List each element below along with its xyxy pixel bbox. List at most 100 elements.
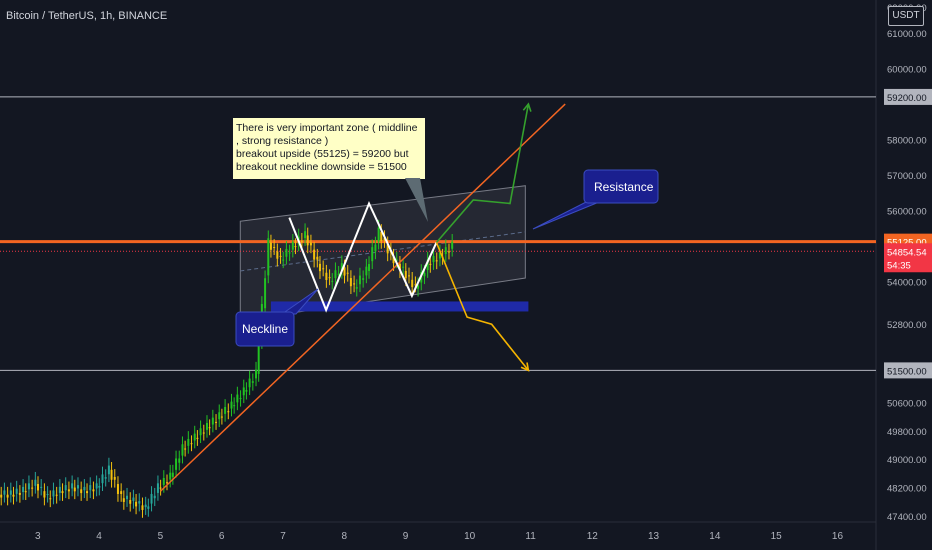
candle-body <box>318 263 321 272</box>
candle-body <box>147 506 150 509</box>
neckline-bar <box>270 301 529 312</box>
candle-body <box>273 246 276 248</box>
candle-body <box>304 231 307 239</box>
candle-body <box>230 401 233 409</box>
candle-body <box>325 272 328 281</box>
candle-body <box>288 252 291 254</box>
candle-body <box>202 432 205 434</box>
price-label: 59200.00 <box>887 93 927 104</box>
candle-body <box>9 490 12 495</box>
candle-body <box>328 277 331 279</box>
candle-body <box>224 406 227 414</box>
x-tick-label: 14 <box>709 531 721 542</box>
bar-countdown: 54:35 <box>887 260 911 271</box>
candle-body <box>193 433 196 441</box>
x-tick-label: 3 <box>35 531 41 542</box>
currency-button[interactable]: USDT <box>888 6 924 26</box>
candle-body <box>187 438 190 446</box>
candle-body <box>402 266 405 268</box>
candle-body <box>64 485 67 491</box>
note-line: , strong resistance ) <box>236 135 328 147</box>
x-tick-label: 12 <box>587 531 599 542</box>
candle-body <box>83 486 86 491</box>
candle-body <box>255 369 258 379</box>
candle-body <box>22 486 25 493</box>
y-tick-label: 61000.00 <box>887 29 927 40</box>
candle-body <box>365 266 368 276</box>
symbol-title: Bitcoin / TetherUS, 1h, BINANCE <box>6 10 168 22</box>
candle-body <box>95 483 98 489</box>
candle-body <box>162 477 165 485</box>
candle-body <box>316 256 319 260</box>
candle-body <box>86 491 89 494</box>
candle-body <box>362 278 365 280</box>
x-tick-label: 9 <box>403 531 409 542</box>
note-line: breakout neckline downside = 51500 <box>236 161 407 173</box>
candle-body <box>300 240 303 242</box>
candle-body <box>313 249 316 260</box>
y-tick-label: 54000.00 <box>887 278 927 289</box>
x-tick-label: 6 <box>219 531 225 542</box>
x-tick-label: 15 <box>771 531 783 542</box>
y-tick-label: 56000.00 <box>887 207 927 218</box>
candle-body <box>251 381 254 383</box>
candle-body <box>199 428 202 436</box>
candle-body <box>6 494 9 498</box>
candle-body <box>429 263 432 265</box>
candle-body <box>355 287 358 289</box>
candle-body <box>153 495 156 499</box>
candle-body <box>404 270 407 279</box>
candle-body <box>52 490 55 497</box>
note-line: There is very important zone ( middline <box>236 122 418 134</box>
candle-body <box>444 247 447 255</box>
price-label: 54854.54 <box>887 247 927 258</box>
candle-body <box>264 278 267 309</box>
candle-body <box>279 255 282 257</box>
candle-body <box>245 390 248 392</box>
candle-body <box>49 498 52 500</box>
candle-body <box>116 484 119 494</box>
y-tick-label: 47400.00 <box>887 512 927 523</box>
candle-body <box>306 235 309 246</box>
candle-body <box>171 472 174 477</box>
y-tick-label: 48200.00 <box>887 484 927 495</box>
candle-body <box>34 479 37 486</box>
candle-body <box>73 487 76 492</box>
candle-body <box>58 486 61 493</box>
candle-body <box>141 505 144 510</box>
candle-body <box>294 246 297 248</box>
candle-body <box>156 483 159 493</box>
x-tick-label: 4 <box>96 531 102 542</box>
candle-body <box>408 275 410 277</box>
candle-body <box>285 248 288 257</box>
candle-body <box>227 411 230 413</box>
candle-body <box>269 242 272 250</box>
candle-body <box>110 469 113 480</box>
neckline-label: Neckline <box>242 322 288 336</box>
candle-body <box>368 264 371 271</box>
candle-body <box>218 412 221 420</box>
candle-body <box>132 497 135 501</box>
candle-body <box>37 484 39 491</box>
candle-body <box>181 444 184 456</box>
candle-body <box>242 387 245 396</box>
candle-body <box>76 485 79 489</box>
note-line: breakout upside (55125) = 59200 but <box>236 148 409 160</box>
candle-body <box>358 275 361 285</box>
candle-body <box>196 437 199 439</box>
candle-body <box>120 491 123 494</box>
candle-body <box>98 485 101 488</box>
price-chart[interactable]: There is very important zone ( middline,… <box>0 0 932 550</box>
y-tick-label: 49000.00 <box>887 455 927 466</box>
candle-body <box>233 405 236 407</box>
candle-body <box>451 241 454 249</box>
candle-body <box>92 489 95 492</box>
candle-body <box>257 343 260 374</box>
candle-body <box>175 458 178 470</box>
candle-body <box>353 283 356 285</box>
candle-body <box>220 416 223 418</box>
candle-body <box>282 259 285 261</box>
candle-body <box>61 491 64 494</box>
candle-body <box>169 472 172 480</box>
candle-body <box>18 492 21 495</box>
